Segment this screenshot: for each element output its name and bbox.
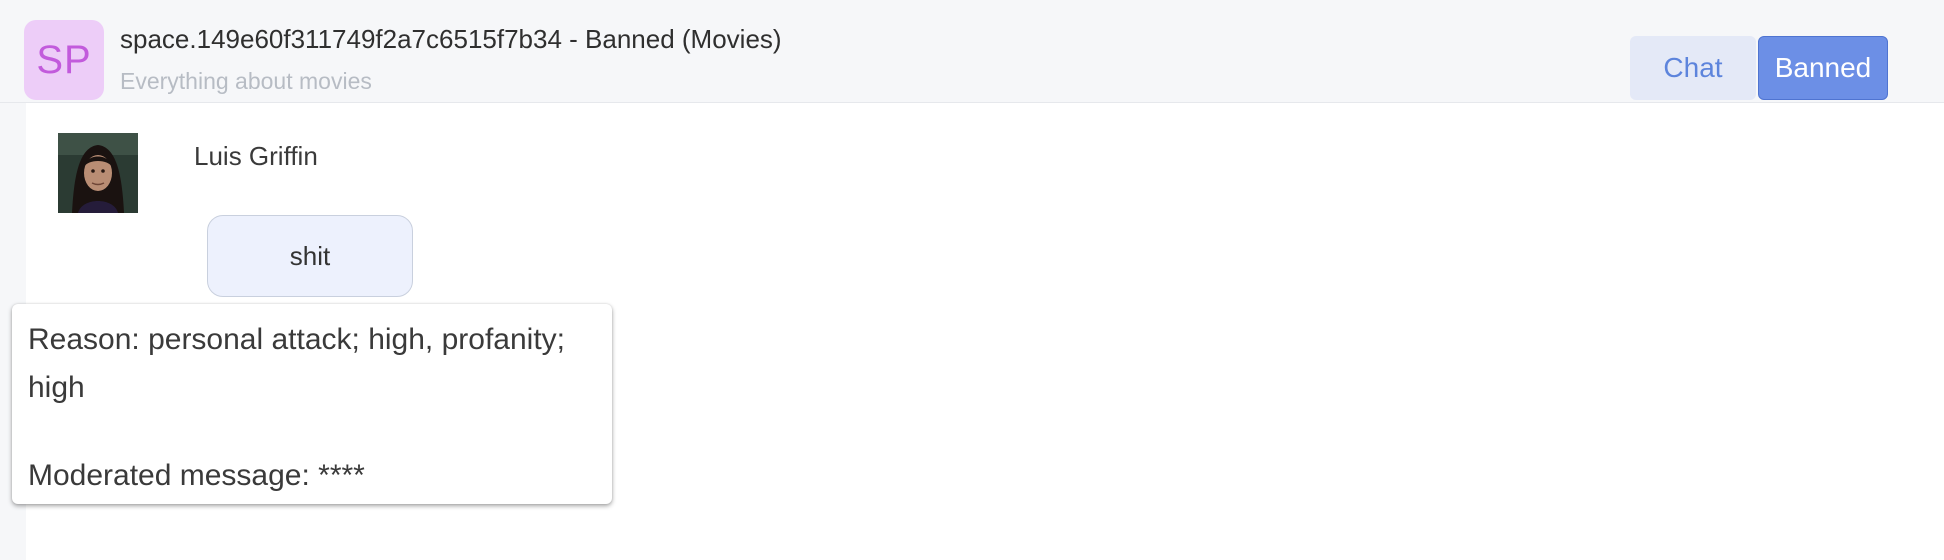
space-header: SP space.149e60f311749f2a7c6515f7b34 - B… [0, 0, 1944, 103]
tab-chat[interactable]: Chat [1630, 36, 1756, 100]
moderation-popup: Reason: personal attack; high, profanity… [12, 304, 612, 504]
user-photo [58, 133, 138, 213]
space-avatar: SP [24, 20, 104, 100]
user-avatar[interactable] [58, 133, 138, 213]
message-bubble[interactable]: shit [207, 215, 413, 297]
moderation-reason: Reason: personal attack; high, profanity… [28, 323, 574, 404]
moderated-message: Moderated message: **** [28, 459, 365, 492]
space-description: Everything about movies [120, 68, 372, 94]
page-title: space.149e60f311749f2a7c6515f7b34 - Bann… [120, 24, 782, 54]
tab-banned[interactable]: Banned [1758, 36, 1888, 100]
message-text: shit [289, 240, 331, 271]
message-author: Luis Griffin [194, 141, 318, 171]
